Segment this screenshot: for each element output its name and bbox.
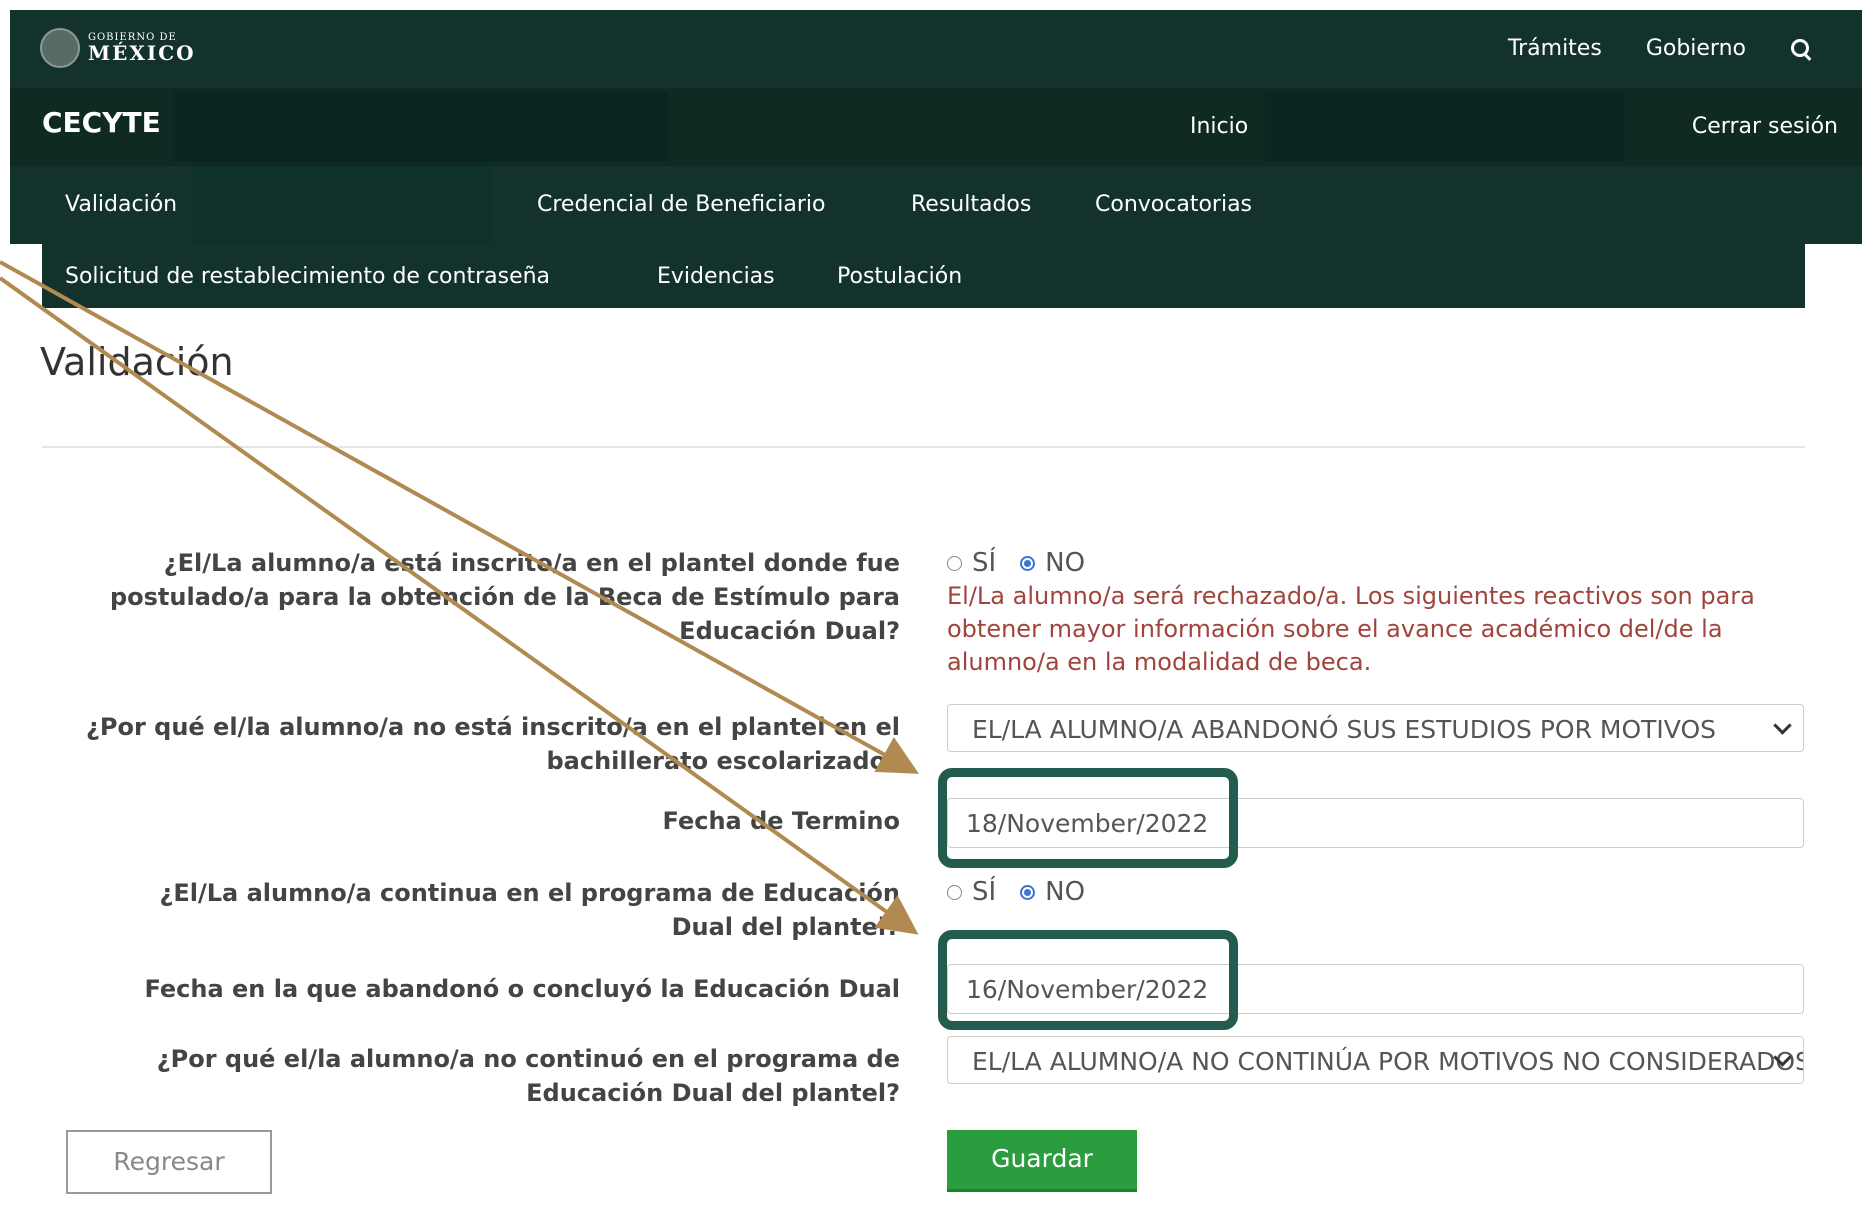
menu-item-postulacion[interactable]: Postulación [837,264,962,289]
q1-radio-si[interactable] [947,555,962,571]
mexico-seal-icon [40,28,80,68]
redacted-block [1265,92,1625,162]
main-menu-row2: Solicitud de restablecimiento de contras… [42,244,1805,308]
brand-name[interactable]: CECYTE [42,106,161,139]
q6-selected-value: EL/LA ALUMNO/A NO CONTINÚA POR MOTIVOS N… [972,1047,1804,1076]
nav-inicio[interactable]: Inicio [1190,114,1248,139]
page-title: Validación [40,340,234,384]
menu-item-convocatorias[interactable]: Convocatorias [1095,192,1252,217]
menu-item-restablecimiento[interactable]: Solicitud de restablecimiento de contras… [65,264,550,289]
q3-label: Fecha de Termino [662,807,900,835]
q1-radio-no-label: NO [1045,548,1086,578]
logo-big-text: MÉXICO [88,41,196,65]
back-button[interactable]: Regresar [66,1130,272,1194]
q1-radio-no[interactable] [1020,555,1036,571]
q6-reason-select[interactable]: EL/LA ALUMNO/A NO CONTINÚA POR MOTIVOS N… [947,1036,1804,1084]
q6-label: ¿Por qué el/la alumno/a no continuó en e… [156,1045,900,1107]
logout-link[interactable]: Cerrar sesión [1692,114,1838,139]
menu-item-credencial[interactable]: Credencial de Beneficiario [537,192,825,217]
save-button[interactable]: Guardar [947,1130,1137,1192]
search-icon[interactable] [1790,38,1812,60]
q1-radio-si-label: SÍ [972,548,997,578]
highlight-box [938,930,1238,1030]
menu-item-validacion[interactable]: Validación [65,192,177,217]
main-menu-row1: Validación Credencial de Beneficiario Re… [10,166,1862,244]
q2-label: ¿Por qué el/la alumno/a no está inscrito… [85,713,900,775]
redacted-block [192,166,492,244]
divider [42,446,1805,448]
app-header: CECYTE Inicio Cerrar sesión [10,88,1862,166]
q2-selected-value: EL/LA ALUMNO/A ABANDONÓ SUS ESTUDIOS POR… [972,715,1717,744]
top-nav: Trámites Gobierno [1508,36,1812,61]
q1-label: ¿El/La alumno/a está inscrito/a en el pl… [109,549,900,645]
q1-radio-group: SÍ NO [947,548,1099,578]
redacted-block [173,92,668,162]
rejection-warning: El/La alumno/a será rechazado/a. Los sig… [947,582,1755,676]
gobierno-mexico-logo[interactable]: GOBIERNO DE MÉXICO [40,28,196,68]
nav-tramites[interactable]: Trámites [1508,36,1602,61]
q2-reason-select[interactable]: EL/LA ALUMNO/A ABANDONÓ SUS ESTUDIOS POR… [947,704,1804,752]
menu-item-evidencias[interactable]: Evidencias [657,264,775,289]
q4-label: ¿El/La alumno/a continua en el programa … [159,879,900,941]
highlight-box [938,768,1238,868]
q4-radio-si-label: SÍ [972,877,997,907]
q4-radio-no[interactable] [1020,884,1036,900]
q5-label: Fecha en la que abandonó o concluyó la E… [144,975,900,1003]
top-header: GOBIERNO DE MÉXICO Trámites Gobierno [10,10,1862,88]
nav-gobierno[interactable]: Gobierno [1646,36,1746,61]
arrow-to-fecha-termino [0,260,919,774]
chevron-down-icon [1773,716,1792,735]
q4-radio-si[interactable] [947,884,962,900]
q4-radio-group: SÍ NO [947,877,1099,907]
menu-item-resultados[interactable]: Resultados [911,192,1031,217]
q4-radio-no-label: NO [1045,877,1086,907]
